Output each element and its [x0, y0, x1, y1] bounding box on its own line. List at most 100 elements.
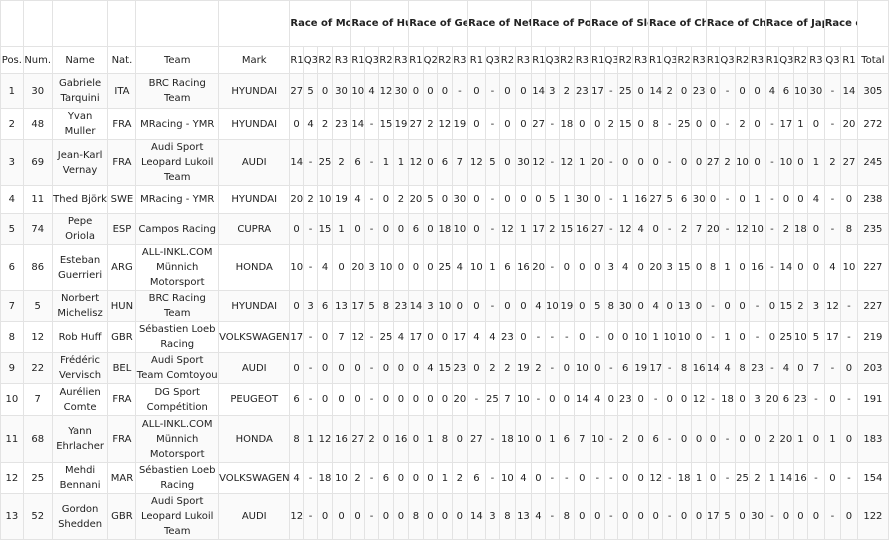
- car-number: 68: [22, 415, 53, 463]
- session-points: 1: [807, 139, 825, 186]
- session-points: -: [719, 462, 736, 494]
- session-points: 0: [514, 321, 533, 353]
- session-points: 30: [514, 139, 533, 186]
- session-points: -: [531, 321, 546, 353]
- session-points: 0: [408, 415, 424, 463]
- session-points: 0: [675, 493, 693, 540]
- session-points: 14: [647, 73, 664, 109]
- session-points: 0: [778, 185, 794, 214]
- session-points: 19: [559, 290, 575, 322]
- race-header-germany: Race of Germany: [408, 0, 469, 47]
- session-points: -: [749, 290, 766, 322]
- session-points: 2: [422, 108, 439, 140]
- session-points: 0: [632, 108, 649, 140]
- session-points: -: [764, 108, 780, 140]
- session-points: 0: [807, 415, 825, 463]
- session-points: -: [302, 321, 319, 353]
- session-points: 3: [749, 383, 766, 416]
- session-points: 10: [662, 321, 677, 353]
- session-points: 0: [408, 383, 424, 416]
- session-points: -: [719, 185, 736, 214]
- session-points: 10: [350, 73, 365, 109]
- session-points: 15: [378, 108, 394, 140]
- session-points: -: [764, 244, 780, 291]
- session-points: 0: [840, 493, 858, 540]
- session-points: 0: [734, 415, 751, 463]
- session-header: R2: [734, 46, 751, 74]
- driver-name: Jean-Karl Vernay: [51, 139, 109, 186]
- session-points: 0: [422, 213, 439, 245]
- driver-name: Frédéric Vervisch: [51, 352, 109, 384]
- session-points: -: [749, 321, 766, 353]
- session-points: 17: [289, 321, 304, 353]
- session-points: 25: [378, 321, 394, 353]
- session-points: 2: [662, 73, 677, 109]
- session-points: -: [764, 213, 780, 245]
- session-points: 0: [792, 493, 809, 540]
- session-points: 0: [675, 73, 693, 109]
- session-points: -: [363, 321, 380, 353]
- driver-position: 1: [0, 73, 24, 109]
- session-points: 20: [408, 185, 424, 214]
- session-points: 18: [675, 462, 693, 494]
- session-header: R2: [559, 46, 575, 74]
- session-points: 27: [705, 139, 721, 186]
- session-points: 2: [719, 139, 736, 186]
- session-points: 8: [840, 213, 858, 245]
- session-header: R2: [792, 46, 809, 74]
- session-header: Q2: [422, 46, 439, 74]
- total-points: 305: [856, 73, 889, 109]
- driver-name: Esteban Guerrieri: [51, 244, 109, 291]
- session-points: 0: [647, 493, 664, 540]
- session-points: 0: [331, 493, 352, 540]
- session-points: 20: [590, 139, 605, 186]
- session-header: R1: [647, 46, 664, 74]
- session-points: 0: [350, 352, 365, 384]
- session-points: 14: [573, 383, 592, 416]
- header-row-races: Race of Morocco Race of Hungary Race of …: [0, 0, 889, 47]
- session-points: 7: [807, 352, 825, 384]
- session-points: 14: [289, 139, 304, 186]
- session-points: 27: [289, 73, 304, 109]
- session-points: 10: [590, 415, 605, 463]
- session-header: R3: [331, 46, 352, 74]
- session-points: 16: [573, 213, 592, 245]
- session-points: 0: [573, 290, 592, 322]
- car-number: 7: [22, 383, 53, 416]
- session-points: -: [764, 139, 780, 186]
- session-points: 4: [392, 321, 410, 353]
- session-points: -: [363, 139, 380, 186]
- driver-nationality: FRA: [107, 383, 137, 416]
- session-points: -: [363, 352, 380, 384]
- session-points: 30: [451, 185, 469, 214]
- session-points: 3: [603, 244, 618, 291]
- session-points: 8: [559, 493, 575, 540]
- session-points: 10: [792, 73, 809, 109]
- session-points: -: [823, 185, 842, 214]
- session-points: 10: [467, 244, 486, 291]
- session-points: 10: [378, 244, 394, 291]
- session-points: 0: [823, 383, 842, 416]
- session-points: 4: [719, 352, 736, 384]
- team-name: DG Sport Compétition: [135, 383, 220, 416]
- session-points: 0: [317, 383, 333, 416]
- session-points: 4: [807, 185, 825, 214]
- session-points: 4: [647, 290, 664, 322]
- car-make: AUDI: [218, 352, 291, 384]
- session-points: 13: [514, 493, 533, 540]
- session-points: -: [590, 321, 605, 353]
- car-make: PEUGEOT: [218, 383, 291, 416]
- driver-position: 10: [0, 383, 24, 416]
- name-header-blank: [51, 0, 109, 47]
- session-points: 7: [331, 321, 352, 353]
- session-points: 0: [289, 290, 304, 322]
- session-points: 2: [675, 213, 693, 245]
- driver-name: Thed Björk: [51, 185, 109, 214]
- session-points: 0: [289, 108, 304, 140]
- session-points: 0: [792, 352, 809, 384]
- session-points: 1: [792, 415, 809, 463]
- session-points: -: [484, 213, 501, 245]
- car-make: HONDA: [218, 415, 291, 463]
- driver-position: 5: [0, 213, 24, 245]
- session-points: 0: [632, 244, 649, 291]
